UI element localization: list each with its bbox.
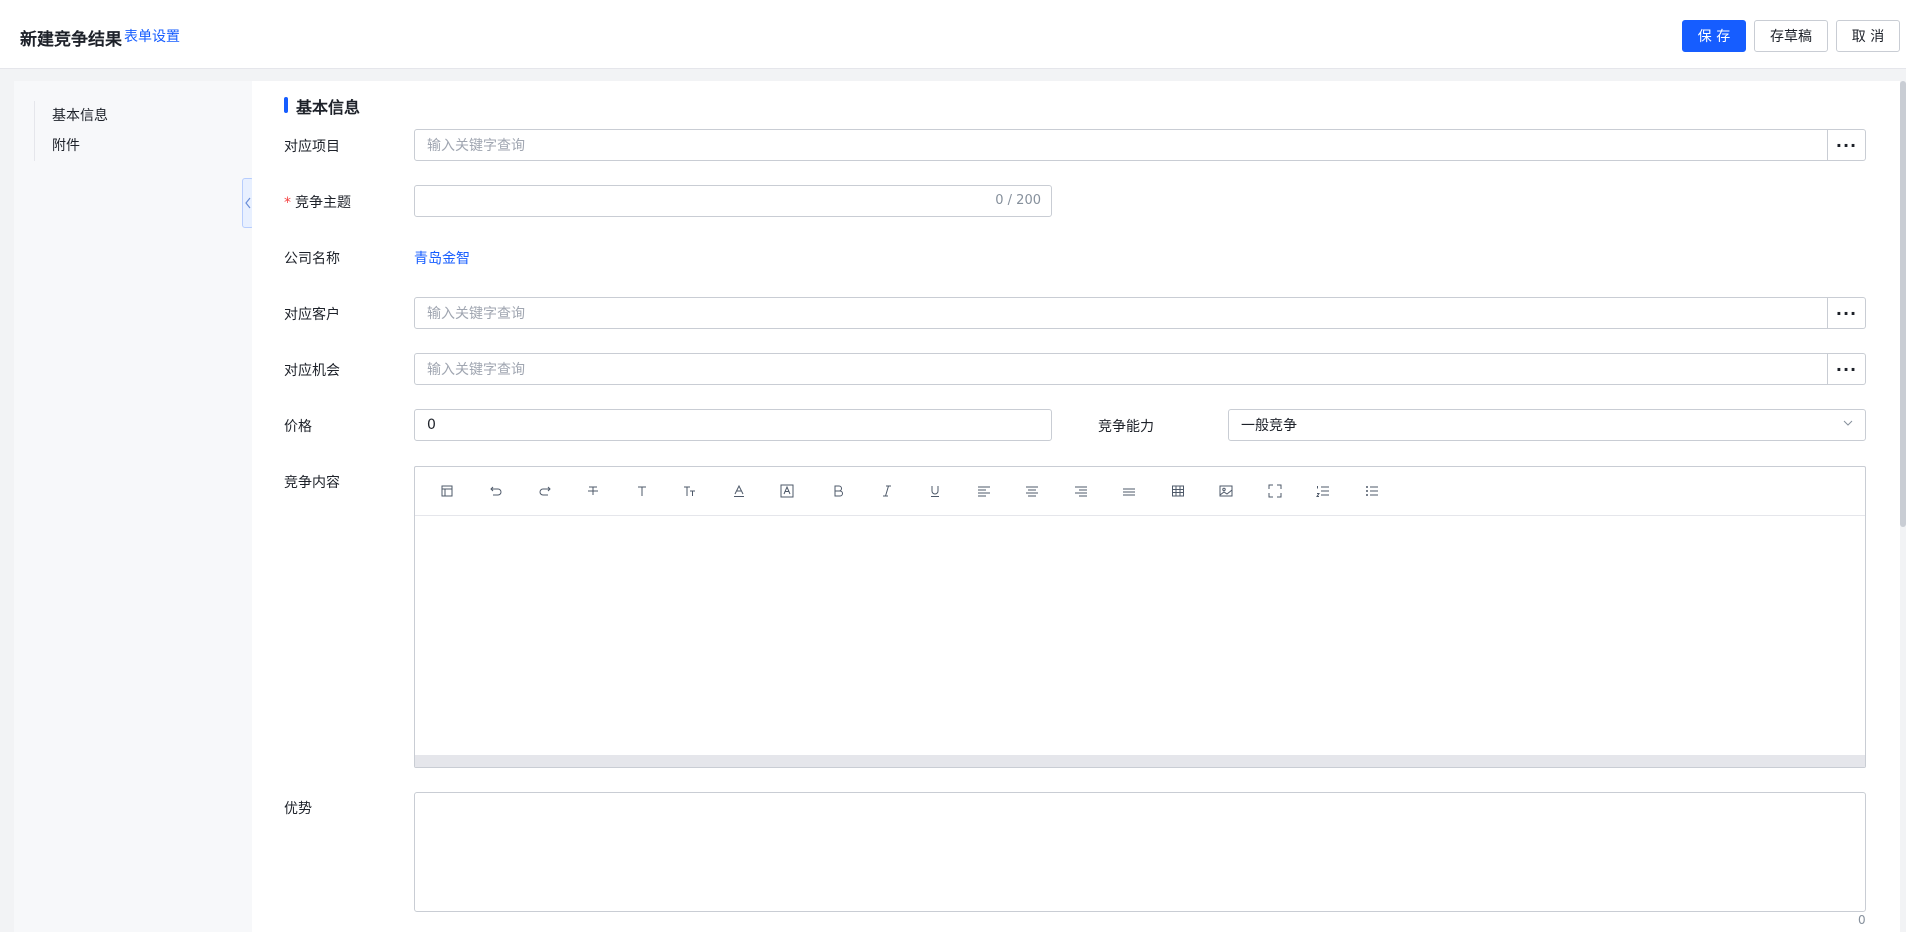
fullscreen-icon[interactable] — [1265, 481, 1285, 501]
chevron-down-icon — [1843, 420, 1853, 426]
page-scrollbar[interactable] — [1900, 81, 1906, 527]
project-placeholder: 输入关键字查询 — [427, 138, 525, 154]
ability-label: 竞争能力 — [1098, 419, 1154, 435]
customer-placeholder: 输入关键字查询 — [427, 306, 525, 322]
undo-icon[interactable] — [486, 481, 506, 501]
price-value: 0 — [427, 417, 436, 433]
ability-select[interactable]: 一般竞争 — [1228, 409, 1866, 441]
customer-input[interactable]: 输入关键字查询 — [414, 297, 1828, 329]
ordered-list-icon[interactable] — [1313, 481, 1333, 501]
underline-icon[interactable] — [925, 481, 945, 501]
advantage-label: 优势 — [284, 801, 312, 817]
editor-toolbar — [415, 467, 1865, 516]
save-button[interactable]: 保 存 — [1682, 20, 1746, 52]
align-left-icon[interactable] — [974, 481, 994, 501]
subject-label-text: 竞争主题 — [295, 195, 351, 211]
form-content: 基本信息 对应项目 输入关键字查询 ··· * 竞争主题 0 / 200 公司名称… — [252, 81, 1900, 932]
ability-value: 一般竞争 — [1241, 418, 1297, 434]
subject-label: * 竞争主题 — [284, 192, 351, 212]
content-label: 竞争内容 — [284, 475, 340, 491]
company-label: 公司名称 — [284, 251, 340, 267]
redo-icon[interactable] — [535, 481, 555, 501]
subject-input[interactable]: 0 / 200 — [414, 185, 1052, 217]
form-settings-link[interactable]: 表单设置 — [124, 26, 180, 46]
advantage-textarea[interactable] — [414, 792, 1866, 912]
opportunity-input[interactable]: 输入关键字查询 — [414, 353, 1828, 385]
template-icon[interactable] — [437, 481, 457, 501]
sidebar-item-attachments[interactable]: 附件 — [52, 135, 80, 155]
strikethrough-icon[interactable] — [583, 481, 603, 501]
opportunity-placeholder: 输入关键字查询 — [427, 362, 525, 378]
advantage-char-counter: 0 — [1858, 913, 1866, 927]
italic-icon[interactable] — [877, 481, 897, 501]
opportunity-label: 对应机会 — [284, 363, 340, 379]
background-color-icon[interactable] — [777, 481, 797, 501]
customer-label: 对应客户 — [284, 307, 340, 323]
company-name-link[interactable]: 青岛金智 — [414, 248, 470, 268]
editor-status-bar — [415, 755, 1865, 767]
align-center-icon[interactable] — [1022, 481, 1042, 501]
subject-char-counter: 0 / 200 — [995, 193, 1041, 208]
image-icon[interactable] — [1216, 481, 1236, 501]
customer-picker-button[interactable]: ··· — [1828, 297, 1866, 329]
font-color-icon[interactable] — [729, 481, 749, 501]
project-input[interactable]: 输入关键字查询 — [414, 129, 1828, 161]
align-right-icon[interactable] — [1071, 481, 1091, 501]
section-title: 基本信息 — [296, 98, 361, 117]
rich-text-editor[interactable] — [414, 466, 1866, 768]
page-header: 新建竞争结果 表单设置 保 存 存草稿 取 消 — [0, 0, 1906, 69]
price-label: 价格 — [284, 419, 312, 435]
bullet-list-icon[interactable] — [1362, 481, 1382, 501]
font-size-icon[interactable] — [632, 481, 652, 501]
sidebar-divider — [34, 101, 35, 161]
section-nav-sidebar: 基本信息 附件 — [14, 81, 252, 932]
text-case-icon[interactable] — [680, 481, 700, 501]
project-label: 对应项目 — [284, 139, 340, 155]
sidebar-item-basic-info[interactable]: 基本信息 — [52, 105, 108, 125]
opportunity-picker-button[interactable]: ··· — [1828, 353, 1866, 385]
save-draft-button[interactable]: 存草稿 — [1754, 20, 1828, 52]
page-title: 新建竞争结果 — [20, 30, 122, 50]
justify-icon[interactable] — [1119, 481, 1139, 501]
required-marker: * — [284, 195, 291, 211]
cancel-button[interactable]: 取 消 — [1836, 20, 1900, 52]
bold-icon[interactable] — [828, 481, 848, 501]
project-picker-button[interactable]: ··· — [1828, 129, 1866, 161]
table-icon[interactable] — [1168, 481, 1188, 501]
chevron-left-icon — [245, 197, 251, 209]
price-input[interactable]: 0 — [414, 409, 1052, 441]
